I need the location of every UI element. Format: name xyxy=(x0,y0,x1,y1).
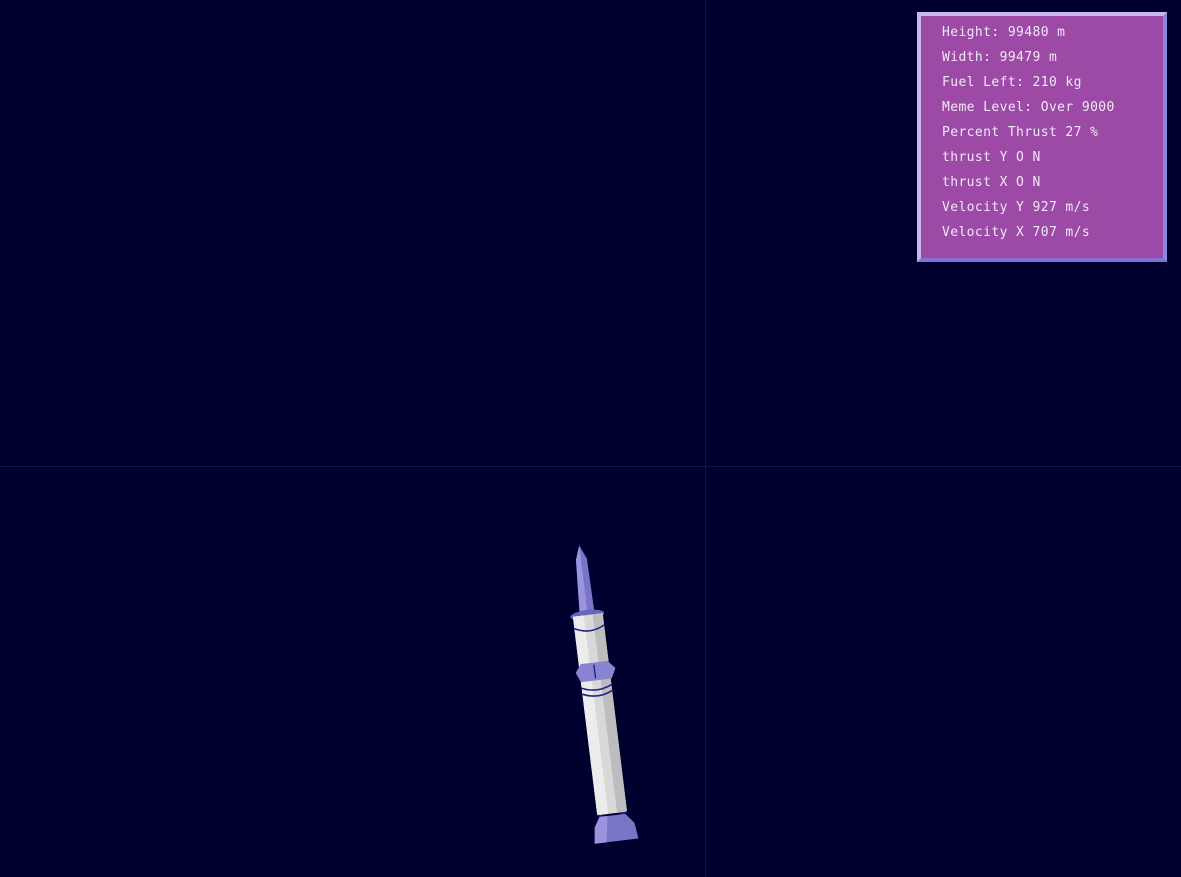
rocket xyxy=(570,545,639,844)
height-readout: Height: 99480 m xyxy=(942,25,1066,40)
vertical-grid-line xyxy=(705,0,706,877)
velocity-x-readout: Velocity X 707 m/s xyxy=(942,225,1091,240)
thrust-x-readout: thrust X O N xyxy=(942,175,1041,190)
fuel-readout: Fuel Left: 210 kg xyxy=(942,75,1082,90)
velocity-y-readout: Velocity Y 927 m/s xyxy=(942,200,1091,215)
thrust-y-readout: thrust Y O N xyxy=(942,150,1041,165)
meme-level-readout: Meme Level: Over 9000 xyxy=(942,100,1115,115)
telemetry-panel: Height: 99480 m Width: 99479 m Fuel Left… xyxy=(917,12,1167,262)
game-canvas: Height: 99480 m Width: 99479 m Fuel Left… xyxy=(0,0,1181,877)
width-readout: Width: 99479 m xyxy=(942,50,1058,65)
percent-thrust-readout: Percent Thrust 27 % xyxy=(942,125,1099,140)
horizontal-grid-line xyxy=(0,466,1181,467)
